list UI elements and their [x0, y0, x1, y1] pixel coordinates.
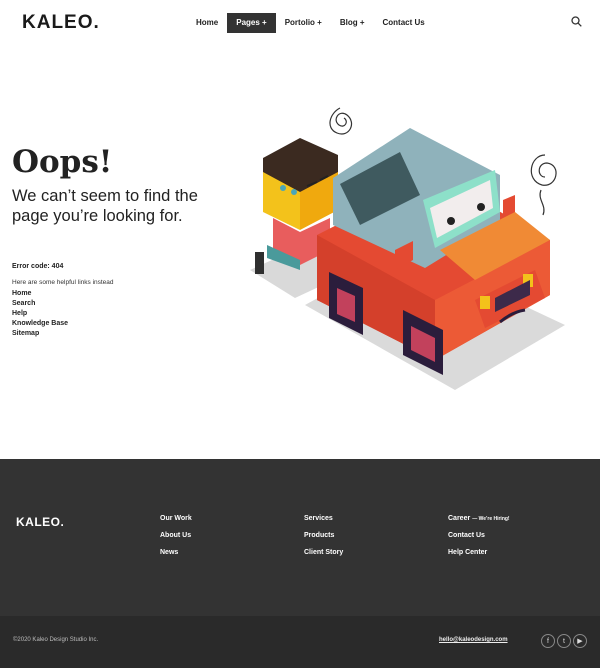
footer-link-contact[interactable]: Contact Us [448, 532, 510, 540]
error-title: Oops! [12, 144, 113, 180]
footer-logo[interactable]: KALEO. [16, 515, 64, 529]
link-knowledge-base[interactable]: Knowledge Base [12, 319, 68, 329]
footer-link-news[interactable]: News [160, 549, 192, 557]
footer-link-our-work[interactable]: Our Work [160, 515, 192, 523]
career-label: Career [448, 515, 471, 522]
error-code: Error code: 404 [12, 263, 64, 270]
link-help[interactable]: Help [12, 309, 68, 319]
footer-link-services[interactable]: Services [304, 515, 343, 523]
hiring-badge: — We’re Hiring! [472, 516, 510, 522]
footer-link-client-story[interactable]: Client Story [304, 549, 343, 557]
copyright: ©2020 Kaleo Design Studio Inc. [13, 637, 99, 643]
help-text: Here are some helpful links instead [12, 279, 114, 286]
link-home[interactable]: Home [12, 289, 68, 299]
footer-col-2: Services Products Client Story [304, 515, 343, 566]
nav-blog[interactable]: Blog + [331, 13, 374, 33]
nav-portfolio[interactable]: Portolio + [276, 13, 331, 33]
footer-col-3: Career — We’re Hiring! Contact Us Help Ce… [448, 515, 510, 566]
search-icon[interactable] [571, 16, 582, 27]
footer-link-help-center[interactable]: Help Center [448, 549, 510, 557]
contact-email[interactable]: hello@kaleodesign.com [439, 637, 508, 643]
main-nav: Home Pages + Portolio + Blog + Contact U… [187, 13, 434, 33]
footer-link-career[interactable]: Career — We’re Hiring! [448, 515, 510, 523]
footer-link-products[interactable]: Products [304, 532, 343, 540]
helpful-links: Home Search Help Knowledge Base Sitemap [12, 289, 68, 339]
car-crash-illustration [250, 107, 565, 390]
facebook-icon[interactable]: f [541, 634, 555, 648]
error-message: We can’t seem to find the page you’re lo… [12, 187, 198, 225]
nav-pages[interactable]: Pages + [227, 13, 276, 33]
site-header: KALEO. Home Pages + Portolio + Blog + Co… [0, 0, 600, 46]
nav-contact[interactable]: Contact Us [374, 13, 434, 33]
link-sitemap[interactable]: Sitemap [12, 329, 68, 339]
youtube-icon[interactable]: ▶ [573, 634, 587, 648]
footer-col-1: Our Work About Us News [160, 515, 192, 566]
twitter-icon[interactable]: t [557, 634, 571, 648]
nav-home[interactable]: Home [187, 13, 227, 33]
site-logo[interactable]: KALEO. [22, 12, 100, 34]
footer-bottom-bar: ©2020 Kaleo Design Studio Inc. hello@kal… [0, 616, 600, 668]
site-footer: KALEO. Our Work About Us News Services P… [0, 459, 600, 616]
link-search[interactable]: Search [12, 299, 68, 309]
footer-link-about[interactable]: About Us [160, 532, 192, 540]
